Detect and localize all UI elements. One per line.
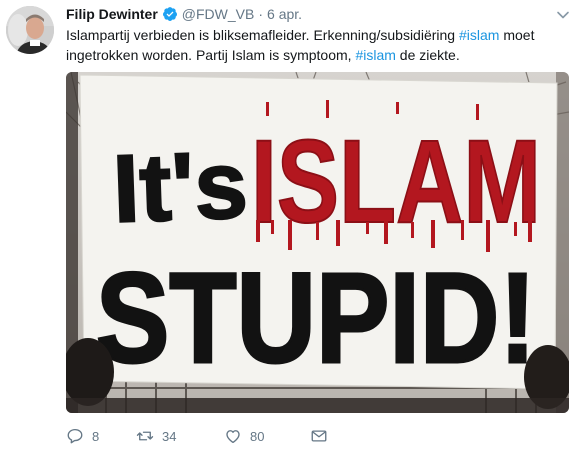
tweet-text-segment: ingetrokken worden. Partij Islam is symp… xyxy=(66,47,356,63)
tweet-actions: 8 34 80 xyxy=(66,425,340,447)
tweet-timestamp[interactable]: 6 apr. xyxy=(267,6,302,22)
tweet-text-segment: Islampartij verbieden is bliksemafleider… xyxy=(66,27,459,43)
tweet-text: Islampartij verbieden is bliksemafleider… xyxy=(66,25,566,65)
tweet-header: Filip Dewinter @FDW_VB · 6 apr. xyxy=(66,4,302,24)
reply-count: 8 xyxy=(92,428,100,444)
tweet: Filip Dewinter @FDW_VB · 6 apr. Islampar… xyxy=(0,0,576,450)
header-separator: · xyxy=(258,6,264,22)
direct-message-button[interactable] xyxy=(310,427,340,445)
verified-badge-icon xyxy=(162,7,177,21)
avatar-photo xyxy=(6,6,54,54)
retweet-button[interactable]: 34 xyxy=(136,427,224,445)
chevron-down-icon[interactable] xyxy=(556,8,570,22)
like-button[interactable]: 80 xyxy=(224,427,310,445)
author-name[interactable]: Filip Dewinter xyxy=(66,6,158,22)
reply-icon xyxy=(67,428,83,444)
sign-text-stupid: STUPID! xyxy=(96,247,536,390)
retweet-icon xyxy=(136,431,154,441)
hashtag-link[interactable]: #islam xyxy=(459,27,499,43)
protest-sign-photo: It's ISLAM STUPID! xyxy=(66,72,569,413)
heart-icon xyxy=(226,430,240,444)
sign-text-islam: ISLAM xyxy=(251,116,541,248)
tweet-text-segment: moet xyxy=(499,27,535,43)
tweet-text-line-2: ingetrokken worden. Partij Islam is symp… xyxy=(66,45,566,65)
tweet-text-segment: de ziekte. xyxy=(395,47,460,63)
tweet-photo[interactable]: It's ISLAM STUPID! xyxy=(66,72,569,413)
reply-button[interactable]: 8 xyxy=(66,427,136,445)
envelope-icon xyxy=(311,430,327,442)
hashtag-link[interactable]: #islam xyxy=(355,47,395,63)
sign-text-its: It's xyxy=(111,131,250,243)
author-handle[interactable]: @FDW_VB xyxy=(182,6,255,22)
author-avatar[interactable] xyxy=(6,6,54,54)
tweet-text-line-1: Islampartij verbieden is bliksemafleider… xyxy=(66,25,566,45)
like-count: 80 xyxy=(250,428,265,444)
retweet-count: 34 xyxy=(162,428,177,444)
